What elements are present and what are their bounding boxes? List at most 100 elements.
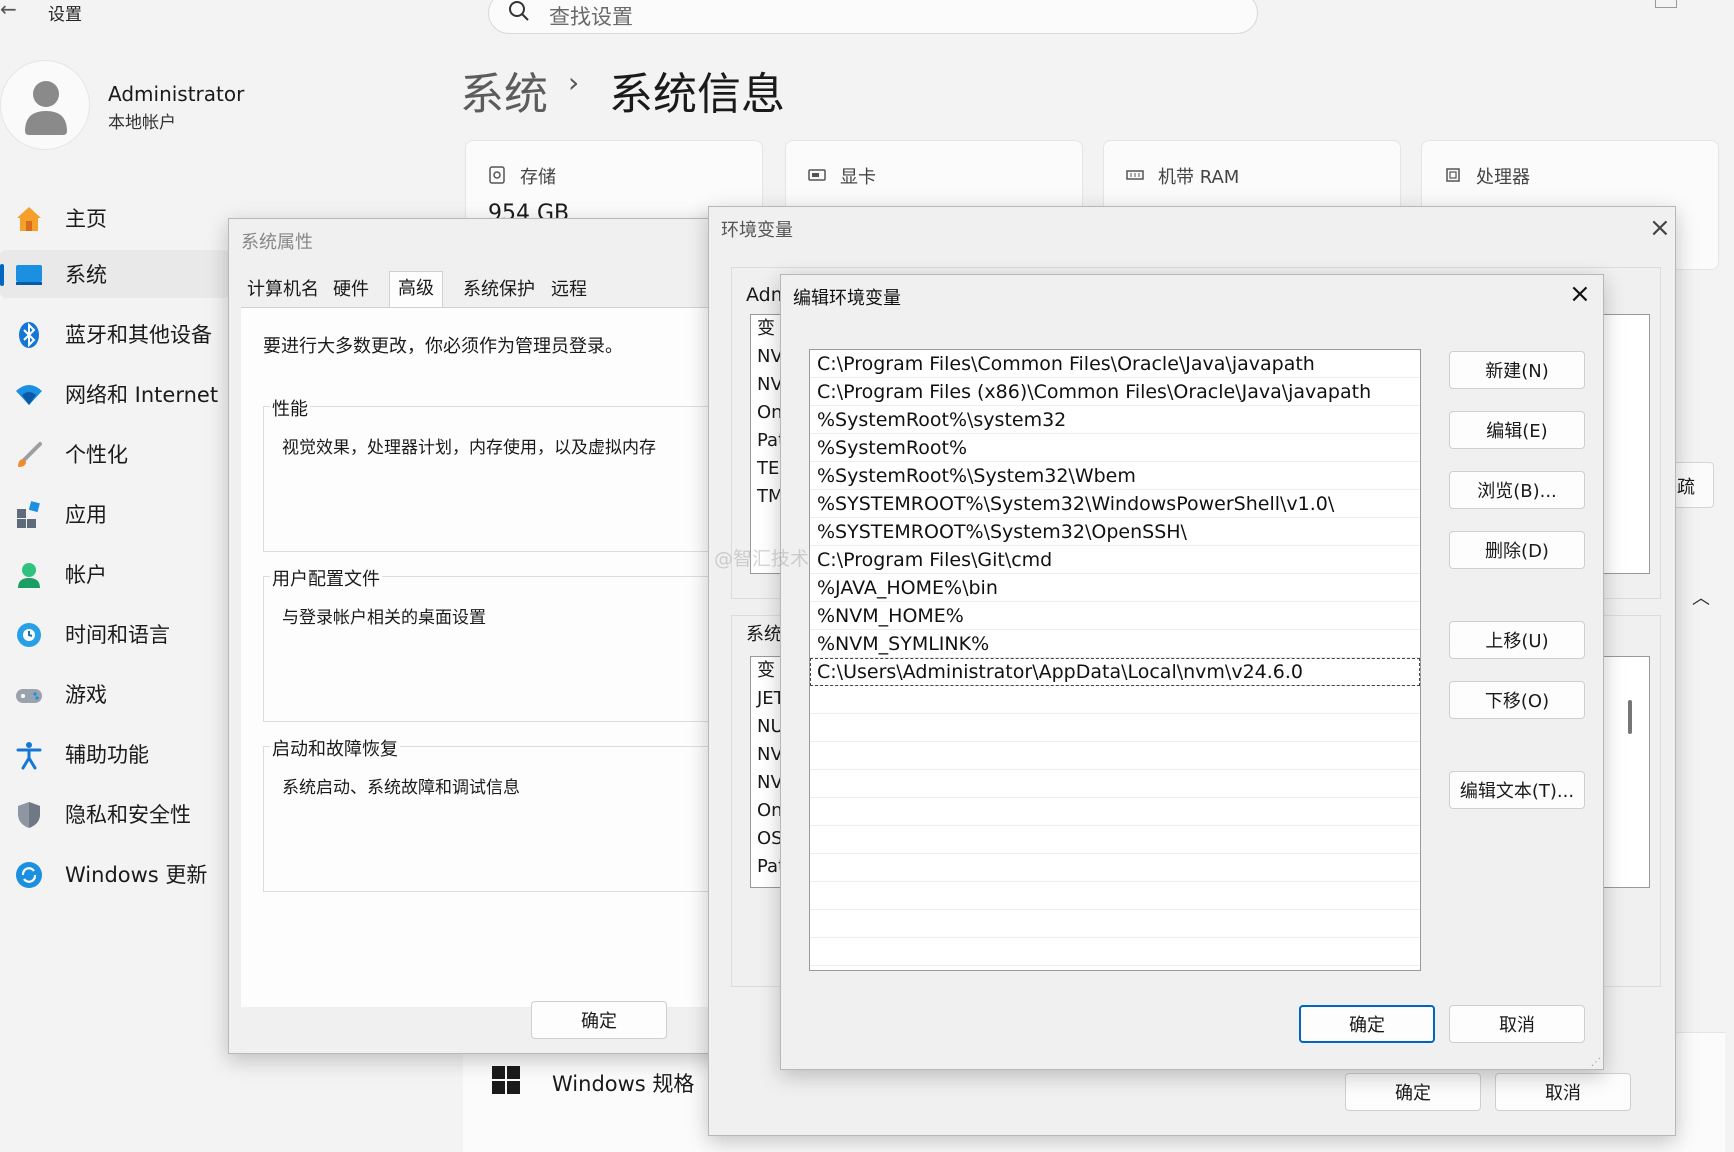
nav-item-system[interactable]: 系统 bbox=[0, 250, 230, 298]
card-label: 机带 RAM bbox=[1158, 167, 1240, 188]
home-icon bbox=[17, 207, 41, 231]
nav-item-windows-update[interactable]: Windows 更新 bbox=[0, 850, 230, 898]
chevron-up-icon[interactable]: ︿ bbox=[1692, 584, 1710, 610]
cancel-button[interactable]: 取消 bbox=[1495, 1073, 1631, 1111]
app-title: 设置 bbox=[48, 5, 82, 25]
nav-label: 主页 bbox=[65, 207, 107, 231]
empty-row[interactable] bbox=[810, 910, 1420, 938]
search-box[interactable]: 查找设置 bbox=[488, 0, 1258, 34]
nav-item-accounts[interactable]: 帐户 bbox=[0, 550, 230, 598]
back-arrow-icon[interactable]: ← bbox=[0, 0, 24, 22]
nav-item-time-language[interactable]: 时间和语言 bbox=[0, 610, 230, 658]
group-performance: 性能 视觉效果，处理器计划，内存使用，以及虚拟内存 bbox=[263, 395, 733, 552]
cancel-button[interactable]: 取消 bbox=[1449, 1005, 1585, 1043]
empty-row[interactable] bbox=[810, 770, 1420, 798]
browse-button[interactable]: 浏览(B)... bbox=[1449, 471, 1585, 509]
path-entry[interactable]: C:\Program Files\Common Files\Oracle\Jav… bbox=[810, 350, 1420, 378]
nav-label: 应用 bbox=[65, 503, 107, 527]
move-down-button[interactable]: 下移(O) bbox=[1449, 681, 1585, 719]
accessibility-icon bbox=[16, 742, 42, 770]
tab-advanced[interactable]: 高级 bbox=[389, 271, 443, 307]
nav-label: 个性化 bbox=[65, 443, 128, 467]
tab-remote[interactable]: 远程 bbox=[543, 275, 595, 305]
path-entry[interactable]: %SystemRoot% bbox=[810, 434, 1420, 462]
empty-row[interactable] bbox=[810, 798, 1420, 826]
dialog-title: 环境变量 bbox=[721, 220, 793, 241]
path-entry[interactable]: %SYSTEMROOT%\System32\OpenSSH\ bbox=[810, 518, 1420, 546]
nav-item-privacy[interactable]: 隐私和安全性 bbox=[0, 790, 230, 838]
scrollbar-thumb[interactable] bbox=[1628, 700, 1632, 734]
resize-grip-icon[interactable]: ⋰ bbox=[1591, 1057, 1601, 1068]
path-entry[interactable]: %SystemRoot%\system32 bbox=[810, 406, 1420, 434]
new-button[interactable]: 新建(N) bbox=[1449, 351, 1585, 389]
system-section-label: 系统 bbox=[746, 624, 782, 645]
path-entry[interactable]: %NVM_SYMLINK% bbox=[810, 630, 1420, 658]
path-entry[interactable]: %SystemRoot%\System32\Wbem bbox=[810, 462, 1420, 490]
empty-row[interactable] bbox=[810, 686, 1420, 714]
page-title: 系统信息 bbox=[609, 69, 785, 120]
shield-icon bbox=[18, 802, 40, 828]
path-entry[interactable]: %SYSTEMROOT%\System32\WindowsPowerShell\… bbox=[810, 490, 1420, 518]
tab-system-protection[interactable]: 系统保护 bbox=[455, 275, 543, 305]
tab-hardware[interactable]: 硬件 bbox=[325, 275, 377, 305]
breadcrumb-parent[interactable]: 系统 bbox=[460, 58, 548, 122]
ok-button[interactable]: 确定 bbox=[531, 1001, 667, 1039]
tab-page-advanced: 要进行大多数更改，你必须作为管理员登录。 性能 视觉效果，处理器计划，内存使用，… bbox=[241, 307, 739, 1007]
empty-row[interactable] bbox=[810, 938, 1420, 966]
edit-button[interactable]: 编辑(E) bbox=[1449, 411, 1585, 449]
avatar[interactable] bbox=[0, 60, 90, 150]
globe-clock-icon bbox=[17, 623, 41, 647]
empty-row[interactable] bbox=[810, 854, 1420, 882]
path-entry[interactable]: %NVM_HOME% bbox=[810, 602, 1420, 630]
group-desc: 系统启动、系统故障和调试信息 bbox=[282, 778, 520, 798]
empty-row[interactable] bbox=[810, 826, 1420, 854]
nav-label: 系统 bbox=[65, 263, 107, 287]
nav-item-accessibility[interactable]: 辅助功能 bbox=[0, 730, 230, 778]
ok-button[interactable]: 确定 bbox=[1345, 1073, 1481, 1111]
close-icon[interactable]: × bbox=[1569, 279, 1591, 309]
hidden-button-label: 疏 bbox=[1677, 477, 1695, 498]
nav-label: 帐户 bbox=[65, 563, 107, 587]
card-label: 存储 bbox=[520, 167, 556, 188]
empty-row[interactable] bbox=[810, 882, 1420, 910]
nav-label: 蓝牙和其他设备 bbox=[65, 323, 212, 347]
search-placeholder: 查找设置 bbox=[549, 5, 633, 29]
path-entry[interactable]: %JAVA_HOME%\bin bbox=[810, 574, 1420, 602]
delete-button[interactable]: 删除(D) bbox=[1449, 531, 1585, 569]
path-entry[interactable]: C:\Users\Administrator\AppData\Local\nvm… bbox=[810, 658, 1420, 686]
system-icon bbox=[16, 265, 42, 285]
nav-item-network[interactable]: 网络和 Internet bbox=[0, 370, 230, 418]
nav-item-apps[interactable]: 应用 bbox=[0, 490, 230, 538]
account-type: 本地帐户 bbox=[108, 113, 176, 133]
nav-label: 网络和 Internet bbox=[65, 383, 219, 407]
empty-row[interactable] bbox=[810, 714, 1420, 742]
search-icon bbox=[509, 1, 529, 21]
nav-item-personalization[interactable]: 个性化 bbox=[0, 430, 230, 478]
close-icon[interactable]: × bbox=[1649, 213, 1671, 243]
path-entry[interactable]: C:\Program Files\Git\cmd bbox=[810, 546, 1420, 574]
ok-button[interactable]: 确定 bbox=[1299, 1005, 1435, 1043]
tab-computer-name[interactable]: 计算机名 bbox=[239, 275, 327, 305]
bluetooth-icon bbox=[19, 322, 39, 348]
nav-item-home[interactable]: 主页 bbox=[0, 194, 230, 242]
gamepad-icon bbox=[16, 689, 42, 703]
edit-text-button[interactable]: 编辑文本(T)... bbox=[1449, 771, 1585, 809]
path-entries-list[interactable]: C:\Program Files\Common Files\Oracle\Jav… bbox=[809, 349, 1421, 971]
storage-icon bbox=[489, 166, 505, 184]
windows-spec-label: Windows 规格 bbox=[552, 1072, 695, 1096]
group-desc: 视觉效果，处理器计划，内存使用，以及虚拟内存 bbox=[282, 438, 656, 458]
admin-note: 要进行大多数更改，你必须作为管理员登录。 bbox=[263, 336, 623, 357]
update-icon bbox=[16, 862, 42, 888]
group-title: 性能 bbox=[270, 395, 310, 421]
breadcrumb-chevron-icon: › bbox=[568, 66, 580, 99]
minimize-button[interactable] bbox=[1655, 0, 1677, 8]
watermark: @智汇技术 bbox=[714, 548, 810, 570]
nav-label: 时间和语言 bbox=[65, 623, 170, 647]
nav-item-gaming[interactable]: 游戏 bbox=[0, 670, 230, 718]
group-user-profiles: 用户配置文件 与登录帐户相关的桌面设置 bbox=[263, 565, 733, 722]
nav-item-bluetooth[interactable]: 蓝牙和其他设备 bbox=[0, 310, 230, 358]
empty-row[interactable] bbox=[810, 742, 1420, 770]
move-up-button[interactable]: 上移(U) bbox=[1449, 621, 1585, 659]
path-entry[interactable]: C:\Program Files (x86)\Common Files\Orac… bbox=[810, 378, 1420, 406]
nav-label: 辅助功能 bbox=[65, 743, 149, 767]
